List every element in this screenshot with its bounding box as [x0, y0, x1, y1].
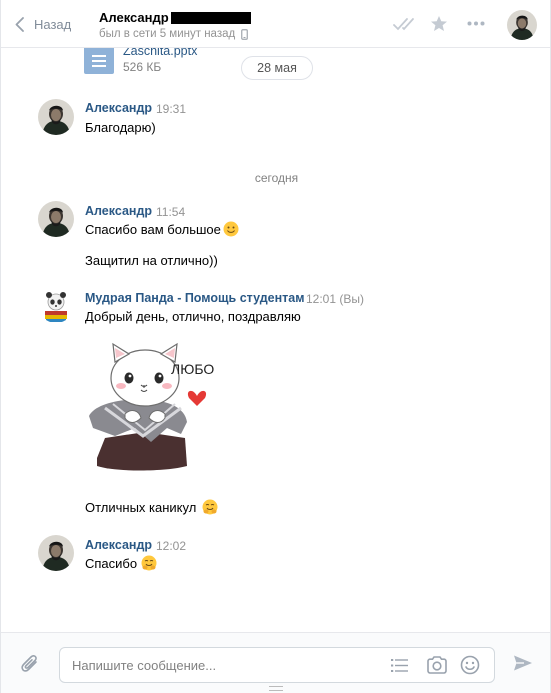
hug-emoji-icon: [141, 555, 157, 571]
message-time[interactable]: 12:02: [156, 539, 186, 553]
message-time[interactable]: 11:54: [156, 205, 185, 219]
message-time[interactable]: 19:31: [156, 102, 186, 116]
date-pill: 28 мая: [241, 56, 313, 80]
composer: [1, 632, 550, 693]
today-divider: сегодня: [254, 171, 299, 185]
message-input-wrap: [59, 647, 495, 683]
smile-emoji-icon: [223, 221, 239, 237]
message-text: Добрый день, отлично, поздравляю: [85, 309, 301, 324]
peer-name[interactable]: Александр: [99, 10, 169, 25]
resize-grip[interactable]: [269, 686, 283, 691]
message-input[interactable]: [72, 648, 372, 682]
message-author[interactable]: Александр: [85, 101, 152, 115]
peer-status: был в сети 5 минут назад: [99, 28, 249, 40]
chat-header: Назад Александр был в сети 5 минут назад: [1, 0, 550, 48]
back-button[interactable]: Назад: [15, 14, 71, 34]
send-icon[interactable]: [513, 654, 533, 672]
message-author[interactable]: Мудрая Панда - Помощь студентам: [85, 291, 304, 305]
paperclip-icon[interactable]: [20, 653, 40, 675]
message-text: Защитил на отлично)): [85, 253, 218, 268]
file-icon[interactable]: [84, 46, 114, 74]
hug-emoji-icon: [202, 499, 218, 515]
template-list-icon[interactable]: [391, 658, 409, 673]
message-text: Благодарю): [85, 120, 156, 135]
emoji-icon[interactable]: [460, 655, 480, 675]
camera-icon[interactable]: [426, 656, 448, 674]
message-text: Отличных каникул: [85, 499, 218, 515]
star-icon[interactable]: [430, 15, 448, 32]
chat-window: Назад Александр был в сети 5 минут назад…: [0, 0, 551, 693]
message-text: Спасибо: [85, 555, 157, 571]
svg-text:ЛЮБО: ЛЮБО: [171, 361, 214, 377]
double-check-icon[interactable]: [393, 16, 419, 32]
message-author[interactable]: Александр: [85, 538, 152, 552]
avatar[interactable]: [38, 99, 74, 135]
back-label: Назад: [34, 16, 72, 32]
avatar[interactable]: [38, 535, 74, 571]
message-time[interactable]: 12:01 (Вы): [306, 292, 364, 306]
avatar[interactable]: [38, 287, 74, 323]
message-text: Спасибо вам большое: [85, 221, 239, 237]
file-size: 526 КБ: [123, 60, 162, 74]
peer-status-text: был в сети 5 минут назад: [99, 28, 236, 40]
mobile-icon: [241, 28, 249, 40]
chevron-left-icon: [15, 16, 24, 32]
redaction-bar: [171, 12, 251, 24]
more-icon[interactable]: [467, 21, 485, 26]
cat-sticker[interactable]: ЛЮБО: [85, 338, 225, 478]
message-author[interactable]: Александр: [85, 204, 152, 218]
header-avatar[interactable]: [507, 10, 537, 40]
avatar[interactable]: [38, 201, 74, 237]
